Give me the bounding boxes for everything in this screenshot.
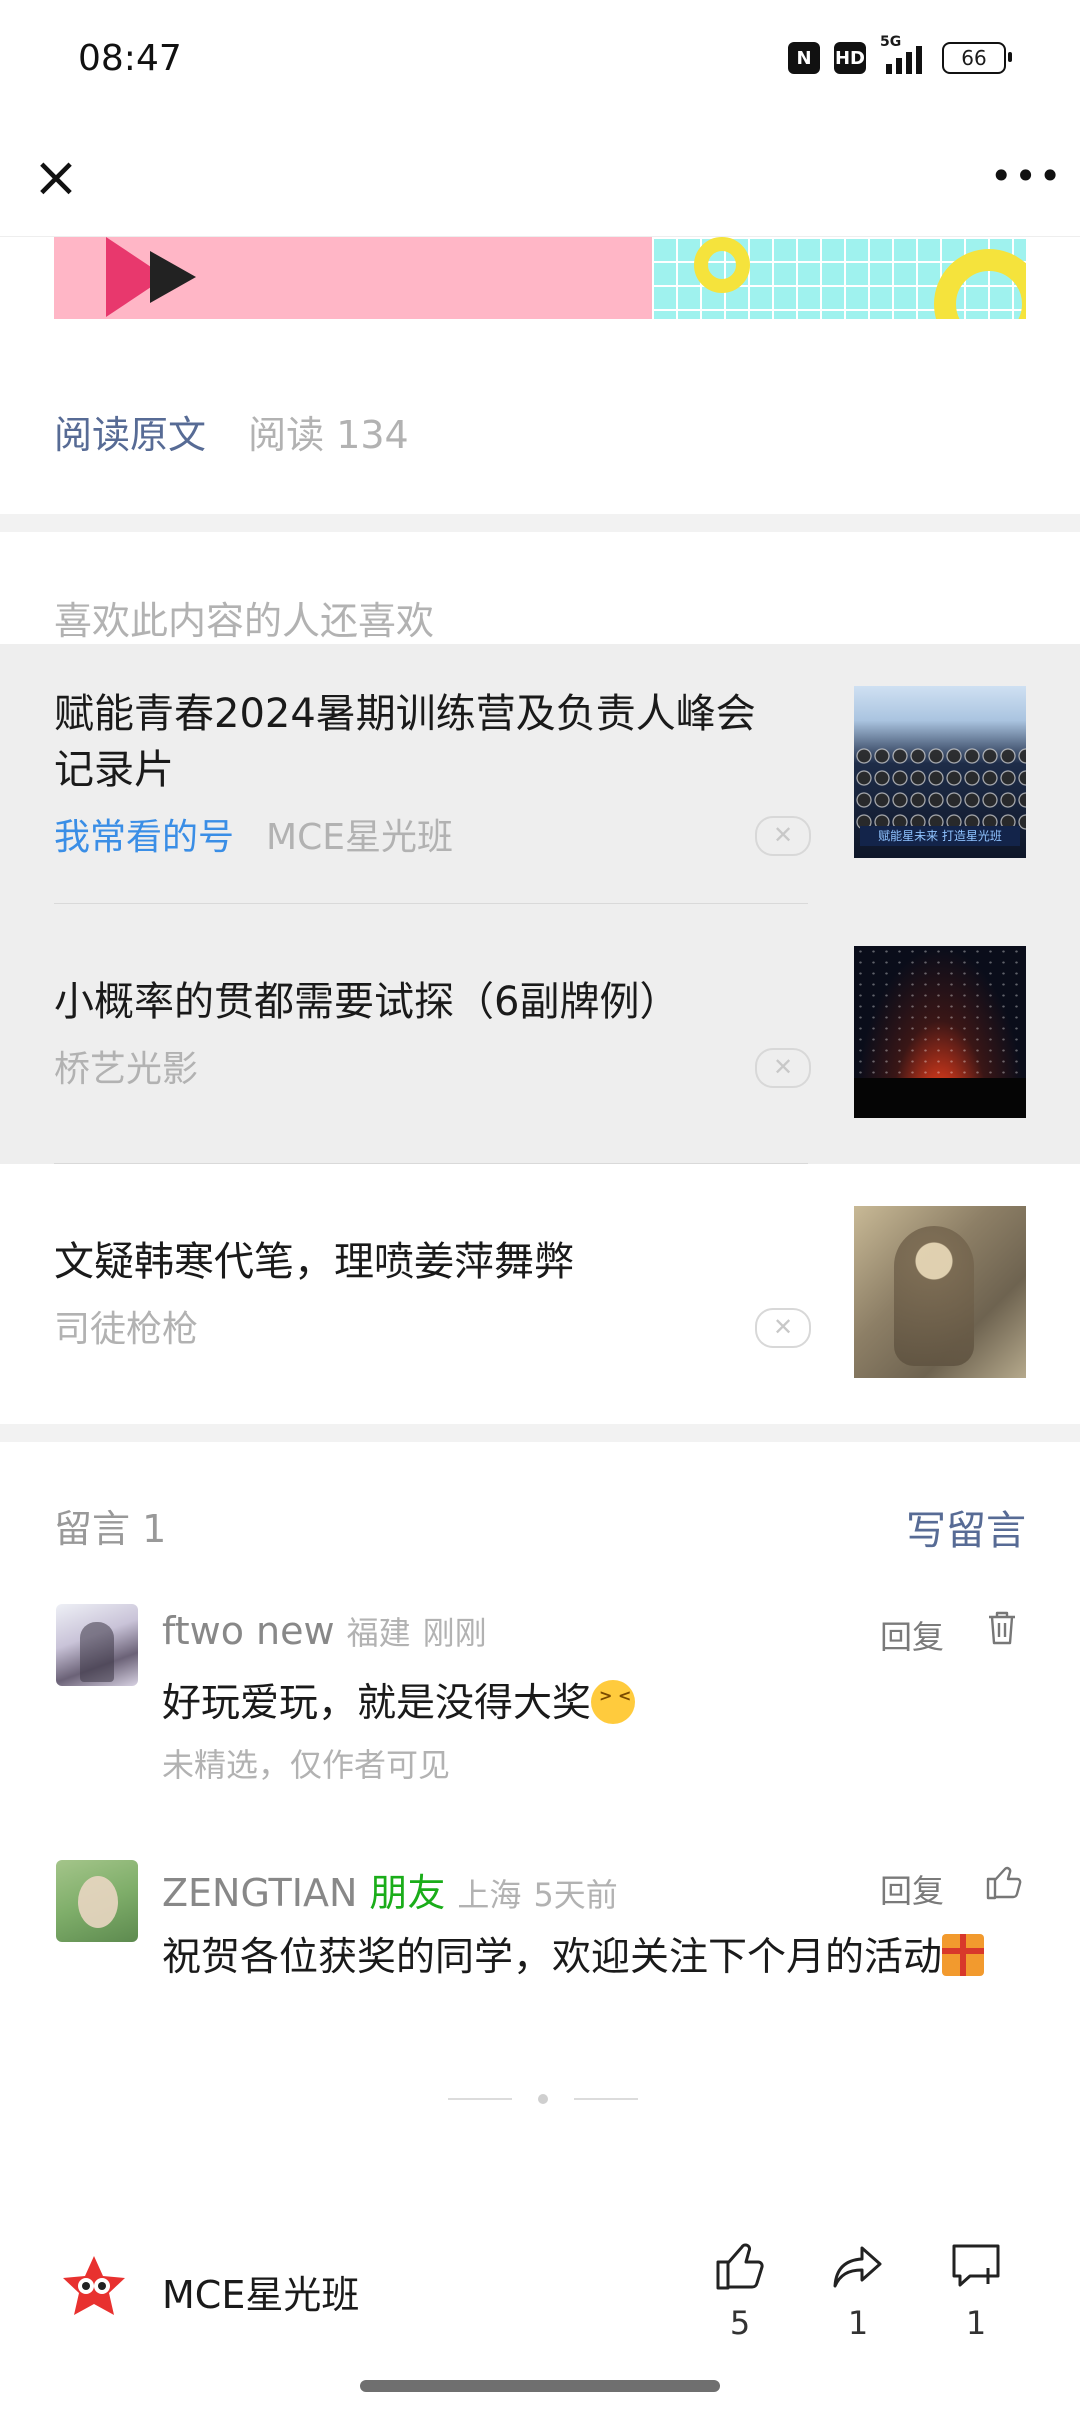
account-logo-icon[interactable] (58, 2252, 130, 2324)
comment-author-name[interactable]: ZENGTIAN (162, 1871, 357, 1915)
share-icon (833, 2246, 882, 2288)
nfc-icon: N (788, 42, 820, 74)
delete-icon[interactable] (986, 1610, 1018, 1646)
frustrated-emoji-icon (591, 1680, 636, 1724)
read-original-link[interactable]: 阅读原文 (54, 413, 206, 457)
top-nav: × ••• (0, 124, 1080, 237)
article-footer: 阅读原文 阅读 134 (54, 404, 409, 459)
status-icons: N HD 5G 66 (788, 34, 1012, 74)
comment-add-icon (952, 2244, 1000, 2287)
like-count: 5 (729, 2304, 751, 2342)
recommend-item-title: 赋能青春2024暑期训练营及负责人峰会记录片 (54, 691, 756, 793)
reply-button[interactable]: 回复 (880, 1866, 944, 1912)
recommend-item[interactable]: 文疑韩寒代笔，理喷姜萍舞弊 司徒枪枪 ✕ (0, 1164, 1080, 1424)
recommend-section-title: 喜欢此内容的人还喜欢 (54, 599, 435, 643)
recommend-item-source: 司徒枪枪 (54, 1309, 199, 1350)
avatar[interactable] (56, 1604, 138, 1686)
recommend-item-title: 小概率的贯都需要试探（6副牌例） (54, 979, 680, 1025)
status-bar: 08:47 N HD 5G 66 (0, 0, 1080, 124)
hd-icon: HD (834, 42, 866, 74)
more-dots-icon[interactable]: ••• (990, 148, 1061, 208)
write-comment-button[interactable]: 写留言 (906, 1498, 1026, 1556)
battery-icon: 66 (942, 42, 1012, 74)
section-divider (0, 514, 1080, 532)
reply-button[interactable]: 回复 (880, 1612, 944, 1658)
comment-location: 福建 (346, 1614, 411, 1652)
comment-time: 5天前 (533, 1876, 618, 1914)
comment-text: 好玩爱玩，就是没得大奖 (162, 1672, 636, 1728)
close-icon[interactable]: × (26, 148, 86, 208)
signal-icon: 5G (880, 34, 922, 74)
read-count: 阅读 134 (248, 413, 409, 457)
recommend-item-thumbnail (854, 946, 1026, 1118)
comments-count: 留言 1 (54, 1507, 167, 1551)
comment-author: ftwo new 福建 刚刚 (162, 1608, 487, 1654)
comment-text: 祝贺各位获奖的同学，欢迎关注下个月的活动 (162, 1926, 985, 1982)
comment-author: ZENGTIAN 朋友 上海 5天前 (162, 1862, 618, 1917)
comment-location: 上海 (457, 1876, 522, 1914)
comment-author-name[interactable]: ftwo new (162, 1609, 335, 1653)
share-button[interactable]: 1 (818, 2238, 898, 2342)
recommend-item[interactable]: 小概率的贯都需要试探（6副牌例） 桥艺光影 ✕ (0, 904, 1080, 1164)
recommend-item-thumbnail: 赋能星未来 打造星光班 (854, 686, 1026, 858)
comment-time: 刚刚 (422, 1614, 487, 1652)
end-indicator (448, 2094, 638, 2104)
recommend-item[interactable]: 赋能青春2024暑期训练营及负责人峰会记录片 我常看的号 MCE星光班 ✕ 赋能星… (0, 644, 1080, 904)
account-name[interactable]: MCE星光班 (162, 2264, 359, 2319)
comment-count: 1 (965, 2304, 987, 2342)
recommend-item-source: MCE星光班 (266, 817, 453, 858)
like-comment-icon[interactable] (984, 1862, 1024, 1902)
thumbs-up-icon (716, 2243, 764, 2290)
share-count: 1 (847, 2304, 869, 2342)
friend-badge: 朋友 (369, 1871, 446, 1915)
gift-emoji-icon (942, 1934, 985, 1976)
recommend-item-title: 文疑韩寒代笔，理喷姜萍舞弊 (54, 1239, 574, 1285)
recommend-item-meta: 我常看的号 MCE星光班 (54, 808, 453, 860)
comment-button[interactable]: 1 (936, 2238, 1016, 2342)
frequent-account-tag: 我常看的号 (54, 817, 235, 858)
dismiss-icon[interactable]: ✕ (755, 1308, 811, 1348)
article-banner-image (54, 237, 1026, 319)
avatar[interactable] (56, 1860, 138, 1942)
home-indicator[interactable] (360, 2380, 720, 2392)
dismiss-icon[interactable]: ✕ (755, 1048, 811, 1088)
dismiss-icon[interactable]: ✕ (755, 816, 811, 856)
like-button[interactable]: 5 (700, 2238, 780, 2342)
section-divider (0, 1424, 1080, 1442)
status-time: 08:47 (78, 38, 182, 79)
recommend-item-thumbnail (854, 1206, 1026, 1378)
recommend-item-source: 桥艺光影 (54, 1049, 199, 1090)
comment-visibility-note: 未精选，仅作者可见 (162, 1746, 451, 1784)
